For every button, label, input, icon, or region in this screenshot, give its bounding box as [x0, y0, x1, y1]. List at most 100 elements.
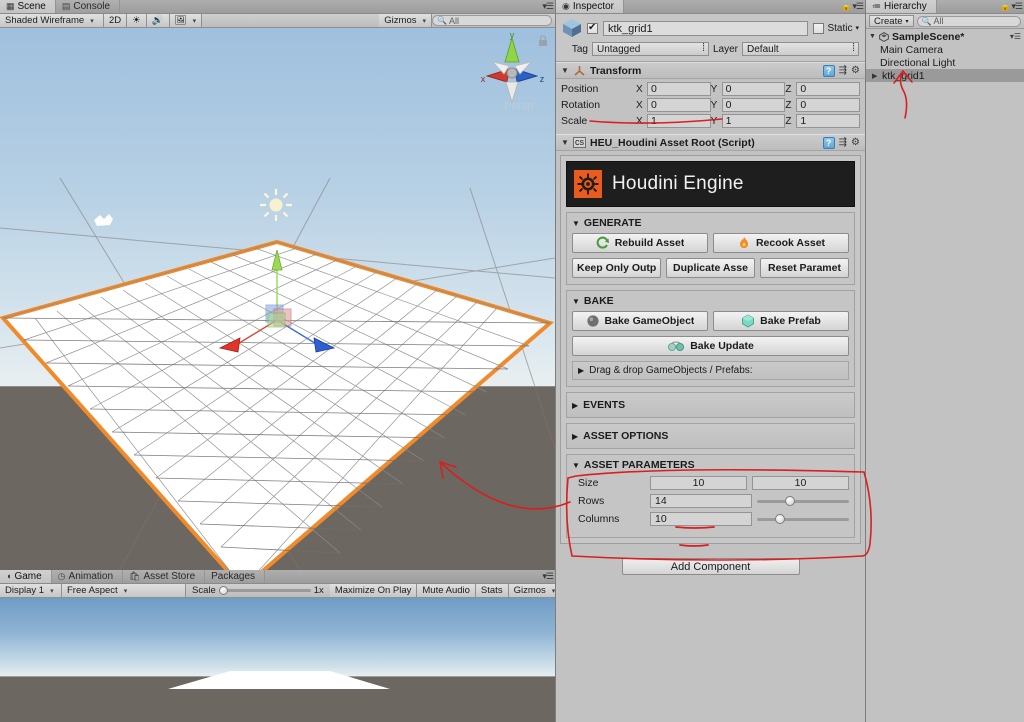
tag-layer-row: Tag Untagged Layer Default: [562, 42, 860, 56]
maximize-on-play-button[interactable]: Maximize On Play: [329, 584, 418, 597]
position-x-input[interactable]: 0: [647, 82, 711, 96]
scale-y-input[interactable]: 1: [721, 114, 786, 128]
mute-audio-button[interactable]: Mute Audio: [417, 584, 476, 597]
dragdrop-foldout-icon[interactable]: ▶: [578, 366, 584, 375]
game-gizmos-dropdown[interactable]: Gizmos: [508, 584, 562, 597]
game-scale-slider[interactable]: Scale 1x: [186, 584, 330, 597]
scene-fx-dropdown[interactable]: 🖼: [169, 14, 203, 27]
preset-icon[interactable]: ⇶: [839, 65, 847, 76]
preset-icon[interactable]: ⇶: [839, 137, 847, 148]
game-panel-menu-icon[interactable]: ▾☰: [542, 571, 554, 582]
static-toggle-group[interactable]: Static ▾: [813, 22, 859, 34]
param-rows-input[interactable]: 14: [650, 494, 752, 508]
draw-mode-dropdown[interactable]: Shaded Wireframe: [0, 14, 104, 27]
scale-knob[interactable]: [218, 586, 228, 595]
scene-lighting-toggle[interactable]: ☀: [127, 14, 147, 27]
tab-asset-store[interactable]: 🛍 Asset Store: [123, 570, 206, 583]
aspect-dropdown[interactable]: Free Aspect: [62, 584, 186, 597]
help-icon[interactable]: ?: [822, 64, 835, 77]
generate-title: GENERATE: [583, 217, 642, 229]
scale-z-input[interactable]: 1: [796, 114, 861, 128]
add-component-button[interactable]: Add Component: [621, 558, 800, 575]
bake-dragdrop-row[interactable]: ▶ Drag & drop GameObjects / Prefabs:: [572, 361, 849, 380]
hierarchy-item-samplescene[interactable]: ▼ SampleScene* ▾☰: [866, 30, 1024, 43]
bake-title-row[interactable]: ▼ BAKE: [572, 295, 849, 307]
bake-foldout-icon[interactable]: ▼: [572, 297, 580, 306]
param-size-x-input[interactable]: 10: [650, 476, 747, 490]
param-rows-slider[interactable]: [757, 494, 849, 508]
param-row-rows: Rows 14: [572, 493, 849, 509]
hierarchy-lock-and-menu[interactable]: 🔒 ▾☰: [1000, 1, 1023, 12]
houdini-component-header[interactable]: ▼ cs HEU_Houdini Asset Root (Script) ? ⇶…: [556, 134, 865, 151]
tab-console[interactable]: ▤ Console: [55, 0, 121, 13]
tab-animation[interactable]: ◷ Animation: [51, 570, 123, 583]
scene-viewport[interactable]: y x z Persp: [0, 28, 555, 570]
param-columns-slider-track[interactable]: [757, 517, 849, 521]
generate-foldout-icon[interactable]: ▼: [572, 219, 580, 228]
object-name-input[interactable]: ktk_grid1: [603, 20, 809, 36]
recook-asset-button[interactable]: Recook Asset: [713, 233, 849, 253]
param-rows-slider-knob[interactable]: [784, 496, 795, 506]
bake-prefab-button[interactable]: Bake Prefab: [713, 311, 849, 331]
scale-track[interactable]: [218, 586, 311, 595]
display-dropdown[interactable]: Display 1: [0, 584, 62, 597]
param-rows-slider-track[interactable]: [757, 499, 849, 503]
tag-dropdown[interactable]: Untagged: [592, 42, 709, 56]
inspector-lock-and-menu[interactable]: 🔒 ▾☰: [841, 1, 864, 12]
stats-button[interactable]: Stats: [475, 584, 509, 597]
houdini-foldout-icon[interactable]: ▼: [561, 138, 569, 147]
asset-parameters-title-row[interactable]: ▼ ASSET PARAMETERS: [572, 459, 849, 471]
scene-audio-toggle[interactable]: 🔊: [146, 14, 170, 27]
rotation-z-input[interactable]: 0: [796, 98, 861, 112]
transform-component-header[interactable]: ▼ Transform ? ⇶ ⚙: [556, 62, 865, 79]
duplicate-asset-button[interactable]: Duplicate Asse: [666, 258, 755, 278]
tab-game[interactable]: ◖ Game: [0, 570, 52, 583]
scene-search-input[interactable]: 🔍 All: [432, 15, 552, 26]
scene-row-menu-icon[interactable]: ▾☰: [1010, 32, 1024, 41]
events-foldout-icon[interactable]: ▶: [572, 401, 578, 410]
asset-options-section-header[interactable]: ▶ ASSET OPTIONS: [566, 423, 855, 449]
param-size-y-input[interactable]: 10: [752, 476, 849, 490]
bake-gameobject-button[interactable]: Bake GameObject: [572, 311, 708, 331]
chevron-down-icon[interactable]: ▾: [855, 24, 859, 32]
param-columns-slider-knob[interactable]: [775, 514, 786, 524]
rebuild-asset-button[interactable]: Rebuild Asset: [572, 233, 708, 253]
position-y-input[interactable]: 0: [721, 82, 786, 96]
hierarchy-toolbar: Create 🔍 All: [866, 14, 1024, 29]
scene-panel-menu-icon[interactable]: ▾☰: [542, 1, 554, 12]
param-columns-slider[interactable]: [757, 512, 849, 526]
transform-foldout-icon[interactable]: ▼: [561, 66, 569, 75]
hierarchy-search-input[interactable]: 🔍 All: [916, 15, 1021, 27]
create-dropdown[interactable]: Create: [869, 15, 914, 27]
asset-parameters-foldout-icon[interactable]: ▼: [572, 461, 580, 470]
toggle-2d-button[interactable]: 2D: [104, 14, 128, 27]
rotation-y-input[interactable]: 0: [721, 98, 786, 112]
keep-only-output-button[interactable]: Keep Only Outp: [572, 258, 661, 278]
asset-options-foldout-icon[interactable]: ▶: [572, 432, 578, 441]
param-columns-input[interactable]: 10: [650, 512, 752, 526]
static-checkbox[interactable]: [813, 22, 825, 34]
help-icon[interactable]: ?: [822, 136, 835, 149]
reset-parameters-button[interactable]: Reset Paramet: [760, 258, 849, 278]
position-z-input[interactable]: 0: [796, 82, 861, 96]
events-section-header[interactable]: ▶ EVENTS: [566, 392, 855, 418]
tab-inspector[interactable]: ◉ Inspector: [556, 0, 624, 13]
tab-hierarchy[interactable]: ≔ Hierarchy: [866, 0, 937, 13]
game-viewport[interactable]: [0, 598, 555, 722]
hierarchy-item-main-camera[interactable]: Main Camera: [866, 43, 1024, 56]
generate-title-row[interactable]: ▼ GENERATE: [572, 217, 849, 229]
rotation-x-input[interactable]: 0: [647, 98, 711, 112]
scale-x-input[interactable]: 1: [647, 114, 711, 128]
scene-gizmos-dropdown[interactable]: Gizmos: [379, 14, 432, 27]
gear-icon[interactable]: ⚙: [851, 137, 860, 148]
hierarchy-item-ktk-grid1[interactable]: ▶ ktk_grid1: [866, 69, 1024, 82]
layer-dropdown[interactable]: Default: [742, 42, 860, 56]
bake-update-button[interactable]: Bake Update: [572, 336, 849, 356]
tab-packages[interactable]: Packages: [205, 570, 266, 583]
hierarchy-item-directional-light[interactable]: Directional Light: [866, 56, 1024, 69]
tab-scene[interactable]: ▦ Scene: [0, 0, 56, 13]
samplescene-foldout-icon[interactable]: ▼: [869, 33, 876, 40]
gear-icon[interactable]: ⚙: [851, 65, 860, 76]
ktk-grid1-foldout-icon[interactable]: ▶: [872, 72, 879, 80]
object-enabled-checkbox[interactable]: [587, 22, 598, 34]
